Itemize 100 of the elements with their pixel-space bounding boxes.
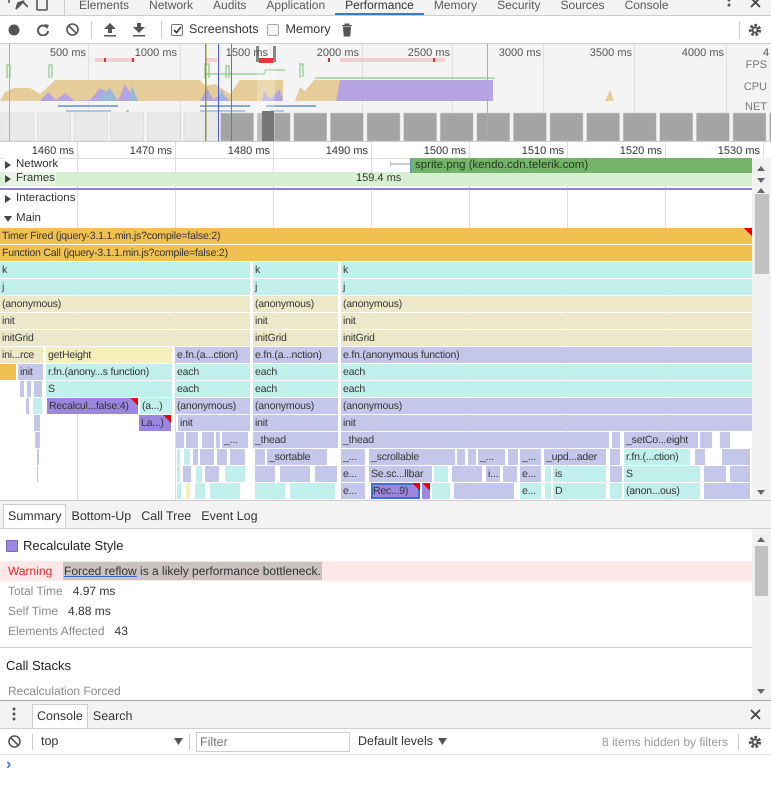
flame-block[interactable]: _... <box>222 432 248 448</box>
flame-block[interactable]: _thead <box>253 432 338 448</box>
details-tab[interactable]: Event Log <box>196 504 263 528</box>
more-icon[interactable] <box>12 707 16 721</box>
flame-block[interactable]: _... <box>341 449 365 465</box>
trash-icon[interactable] <box>340 22 353 36</box>
network-request-bar[interactable]: sprite.png (kendo.cdn.telerik.com) <box>410 158 752 173</box>
clear-console-icon[interactable] <box>8 735 21 748</box>
flame-block[interactable]: e.fn.(anonymous function) <box>341 347 752 363</box>
panel-tab[interactable]: Console <box>614 0 679 15</box>
flame-block[interactable]: r.fn.(anony...s function) <box>46 364 172 380</box>
flame-block[interactable]: e... <box>341 466 365 482</box>
flame-block[interactable]: ini...rce <box>0 347 43 363</box>
flame-block[interactable]: S <box>46 381 172 397</box>
panel-tab[interactable]: Application <box>256 0 336 15</box>
flame-block[interactable]: init <box>0 313 250 329</box>
flame-block[interactable]: init <box>341 415 752 431</box>
details-tab[interactable]: Summary <box>3 504 66 528</box>
flame-block[interactable]: k <box>0 262 250 278</box>
flame-block[interactable]: (anon...ous) <box>624 483 700 499</box>
flame-block[interactable]: each <box>341 381 752 397</box>
panel-tab[interactable]: Sources <box>550 0 615 15</box>
context-dropdown[interactable]: top <box>41 732 183 751</box>
overview-activity-drawing[interactable] <box>0 44 771 141</box>
scroll-down-icon[interactable] <box>757 689 765 694</box>
track-header[interactable]: Interactions <box>4 192 76 205</box>
flame-block[interactable]: D <box>553 483 606 499</box>
flame-block[interactable]: i... <box>486 466 500 482</box>
drawer-tab[interactable]: Console <box>32 704 88 728</box>
flame-block[interactable]: k <box>341 262 752 278</box>
flame-block[interactable]: e... <box>520 483 541 499</box>
levels-dropdown[interactable]: Default levels <box>358 732 448 751</box>
panel-tab[interactable]: Elements <box>69 0 140 15</box>
flame-block[interactable]: init <box>18 364 43 380</box>
checkbox[interactable] <box>171 24 183 36</box>
flame-block[interactable]: _... <box>478 449 505 465</box>
flame-block[interactable]: (anonymous) <box>253 296 338 312</box>
flame-block[interactable]: Timer Fired (jquery-3.1.1.min.js?compile=false:2) <box>0 228 752 244</box>
panel-tab[interactable]: Network <box>139 0 204 15</box>
flame-block[interactable]: k <box>253 262 338 278</box>
close-icon[interactable] <box>750 709 761 720</box>
flame-block[interactable]: each <box>175 364 250 380</box>
flame-block[interactable]: Rec...9) <box>371 483 420 499</box>
track-header[interactable]: Frames <box>4 172 56 185</box>
flame-block[interactable]: Se.sc...llbar <box>369 466 432 482</box>
settings-icon[interactable] <box>748 734 762 748</box>
filter-field[interactable]: Filter <box>196 732 350 752</box>
flame-block[interactable]: _setCo...eight <box>624 432 698 448</box>
flame-block[interactable]: init <box>341 313 752 329</box>
flame-block[interactable]: each <box>253 364 338 380</box>
flame-block[interactable]: (anonymous) <box>341 398 752 414</box>
flame-block[interactable]: e.fn.(a...ction) <box>175 347 250 363</box>
scroll-down-icon[interactable] <box>757 490 765 495</box>
scrollbar-thumb[interactable] <box>755 546 768 596</box>
flame-block[interactable]: e.fn.(a...nction) <box>253 347 338 363</box>
settings-icon[interactable] <box>748 22 762 36</box>
details-tab[interactable]: Bottom-Up <box>66 504 136 528</box>
flame-block[interactable]: (a...) <box>140 398 172 414</box>
download-icon[interactable] <box>133 22 145 36</box>
flame-block[interactable]: e... <box>520 466 541 482</box>
scroll-down-icon[interactable] <box>757 178 765 183</box>
flame-block[interactable]: init <box>253 313 338 329</box>
flame-block[interactable]: is <box>553 466 606 482</box>
flame-block[interactable]: initGrid <box>253 330 338 346</box>
flame-block[interactable]: each <box>253 381 338 397</box>
flame-block[interactable]: init <box>253 415 338 431</box>
more-icon[interactable] <box>726 0 732 7</box>
flame-block[interactable]: j <box>341 279 752 295</box>
scrollbar-thumb[interactable] <box>755 194 769 274</box>
flame-block[interactable]: each <box>341 364 752 380</box>
flame-block[interactable]: _scrollable <box>369 449 455 465</box>
panel-tab[interactable]: Audits <box>203 0 256 15</box>
flame-block[interactable]: Recalcul...false:4) <box>47 398 138 414</box>
flame-block[interactable]: S <box>624 466 700 482</box>
flame-block[interactable]: initGrid <box>341 330 752 346</box>
upload-icon[interactable] <box>104 22 116 36</box>
flame-block[interactable]: Function Call (jquery-3.1.1.min.js?compile=false:2) <box>0 245 752 261</box>
flame-block[interactable]: (anonymous) <box>0 296 250 312</box>
flame-block[interactable]: _sortable <box>267 449 327 465</box>
drawer-tab[interactable]: Search <box>88 704 138 728</box>
flame-block[interactable]: (anonymous) <box>341 296 752 312</box>
flame-block[interactable]: e... <box>341 483 365 499</box>
flame-block[interactable]: each <box>175 381 250 397</box>
details-tab[interactable]: Call Tree <box>136 504 196 528</box>
record-icon[interactable] <box>8 24 20 36</box>
clear-icon[interactable] <box>66 23 79 36</box>
flame-block[interactable]: init <box>178 415 250 431</box>
flame-block[interactable]: La...) <box>139 415 171 431</box>
flame-block[interactable]: getHeight <box>46 347 172 363</box>
flame-block[interactable]: r.fn.(...ction) <box>624 449 690 465</box>
flame-block[interactable]: j <box>253 279 338 295</box>
scroll-up-icon[interactable] <box>757 166 765 171</box>
scroll-up-icon[interactable] <box>757 537 765 542</box>
flame-block[interactable]: _thead <box>341 432 609 448</box>
flame-block[interactable]: _upd...ader <box>544 449 606 465</box>
flame-block[interactable]: initGrid <box>0 330 250 346</box>
panel-tab[interactable]: Security <box>487 0 551 15</box>
reload-icon[interactable] <box>37 24 49 36</box>
forced-reflow-link[interactable]: Forced reflow <box>64 564 137 578</box>
flame-block[interactable]: (anonymous) <box>175 398 250 414</box>
